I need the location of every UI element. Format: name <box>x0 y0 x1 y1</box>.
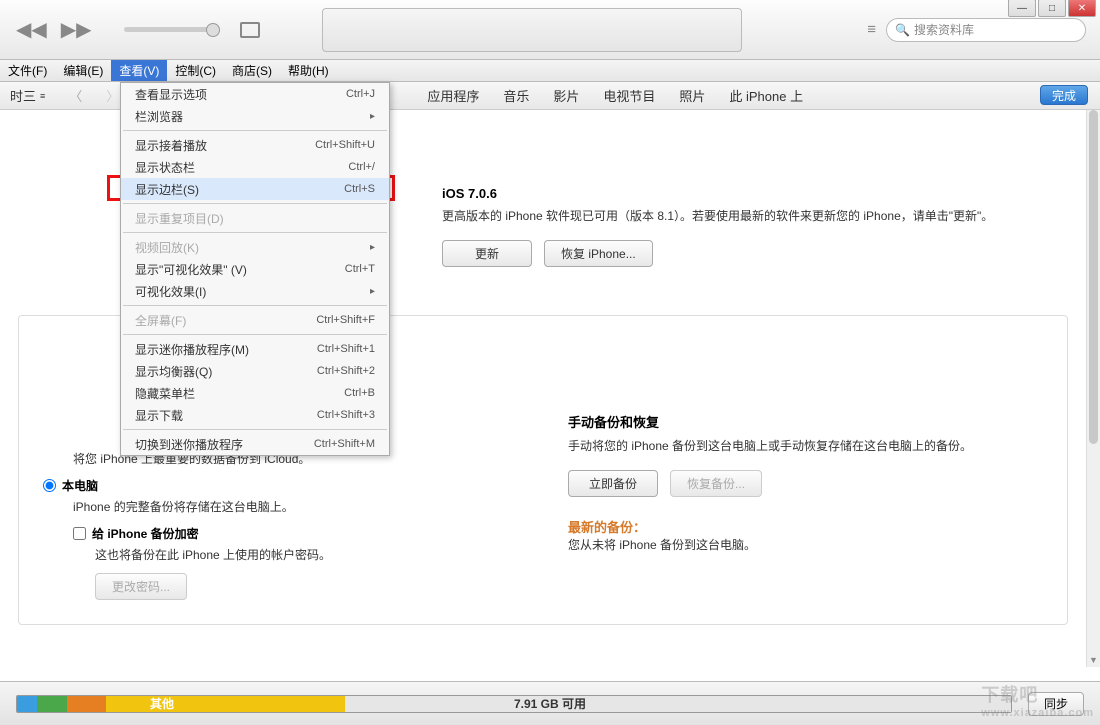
next-icon[interactable]: ▶▶ <box>61 17 92 42</box>
menu-help[interactable]: 帮助(H) <box>280 60 337 81</box>
menu-edit[interactable]: 编辑(E) <box>55 60 111 81</box>
prev-icon[interactable]: ◀◀ <box>16 17 47 42</box>
list-view-icon[interactable]: ≡ <box>867 21 876 38</box>
latest-backup-desc: 您从未将 iPhone 备份到这台电脑。 <box>568 536 1043 555</box>
menu-item[interactable]: 切换到迷你播放程序Ctrl+Shift+M <box>121 433 389 455</box>
storage-other-label: 其他 <box>150 695 174 712</box>
tab-photos[interactable]: 照片 <box>679 86 705 105</box>
menu-item[interactable]: 显示状态栏Ctrl+/ <box>121 156 389 178</box>
menu-item[interactable]: 隐藏菜单栏Ctrl+B <box>121 382 389 404</box>
menu-item[interactable]: 显示迷你播放程序(M)Ctrl+Shift+1 <box>121 338 389 360</box>
menu-item[interactable]: 查看显示选项Ctrl+J <box>121 83 389 105</box>
sync-button[interactable]: 同步 <box>1028 692 1084 716</box>
bottom-bar: 其他 7.91 GB 可用 同步 <box>0 681 1100 725</box>
tab-movies[interactable]: 影片 <box>553 86 579 105</box>
search-placeholder: 搜索资料库 <box>914 21 974 38</box>
tab-apps[interactable]: 应用程序 <box>427 86 479 105</box>
scroll-down-icon[interactable]: ▼ <box>1087 653 1100 667</box>
menubar: 文件(F) 编辑(E) 查看(V) 控制(C) 商店(S) 帮助(H) <box>0 60 1100 82</box>
local-backup-desc: iPhone 的完整备份将存储在这台电脑上。 <box>73 498 518 515</box>
backup-now-button[interactable]: 立即备份 <box>568 470 658 497</box>
scroll-thumb[interactable] <box>1089 110 1098 444</box>
menu-store[interactable]: 商店(S) <box>224 60 280 81</box>
encrypt-desc: 这也将备份在此 iPhone 上使用的帐户密码。 <box>95 546 518 563</box>
tab-tv[interactable]: 电视节目 <box>603 86 655 105</box>
scrollbar[interactable]: ▲ ▼ <box>1086 110 1100 667</box>
menu-item[interactable]: 显示边栏(S)Ctrl+S <box>121 178 389 200</box>
window-buttons: — □ ✕ <box>1006 0 1096 17</box>
encrypt-checkbox[interactable]: 给 iPhone 备份加密 <box>73 525 518 542</box>
ios-version-panel: iOS 7.0.6 更高版本的 iPhone 软件现已可用（版本 8.1）。若要… <box>418 110 1068 291</box>
menu-item: 显示重复项目(D) <box>121 207 389 229</box>
minimize-button[interactable]: — <box>1008 0 1036 17</box>
menu-item[interactable]: 显示接着播放Ctrl+Shift+U <box>121 134 389 156</box>
menu-item: 视频回放(K) <box>121 236 389 258</box>
now-playing-display <box>322 8 742 52</box>
device-label[interactable]: 时三 ≡ <box>10 86 45 105</box>
view-menu-dropdown: 查看显示选项Ctrl+J栏浏览器显示接着播放Ctrl+Shift+U显示状态栏C… <box>120 82 390 456</box>
airplay-icon[interactable] <box>240 22 260 38</box>
manual-backup-title: 手动备份和恢复 <box>568 412 1043 431</box>
update-button[interactable]: 更新 <box>442 240 532 267</box>
play-controls: ◀◀ ▶ ▶▶ <box>16 17 260 42</box>
latest-backup-title: 最新的备份： <box>568 517 1043 536</box>
done-button[interactable]: 完成 <box>1040 85 1088 105</box>
search-icon: 🔍 <box>895 23 910 37</box>
search-input[interactable]: 🔍 搜索资料库 <box>886 18 1086 42</box>
menu-item[interactable]: 显示"可视化效果" (V)Ctrl+T <box>121 258 389 280</box>
volume-slider[interactable] <box>124 27 214 32</box>
manual-backup-desc: 手动将您的 iPhone 备份到这台电脑上或手动恢复存储在这台电脑上的备份。 <box>568 437 1043 456</box>
menu-file[interactable]: 文件(F) <box>0 60 55 81</box>
close-button[interactable]: ✕ <box>1068 0 1096 17</box>
menu-control[interactable]: 控制(C) <box>167 60 224 81</box>
menu-item[interactable]: 可视化效果(I) <box>121 280 389 302</box>
ios-title: iOS 7.0.6 <box>442 186 1044 201</box>
tab-on-iphone[interactable]: 此 iPhone 上 <box>729 86 803 105</box>
maximize-button[interactable]: □ <box>1038 0 1066 17</box>
nav-back-icon[interactable]: 〈 <box>69 86 82 105</box>
restore-iphone-button[interactable]: 恢复 iPhone... <box>544 240 653 267</box>
storage-free-label: 7.91 GB 可用 <box>514 695 586 712</box>
toolbar: — □ ✕ ◀◀ ▶ ▶▶ ≡ 🔍 搜索资料库 <box>0 0 1100 60</box>
restore-backup-button: 恢复备份... <box>670 470 762 497</box>
change-password-button: 更改密码... <box>95 573 187 600</box>
local-backup-radio[interactable]: 本电脑 <box>43 477 518 494</box>
menu-item[interactable]: 显示均衡器(Q)Ctrl+Shift+2 <box>121 360 389 382</box>
menu-item[interactable]: 栏浏览器 <box>121 105 389 127</box>
ios-desc: 更高版本的 iPhone 软件现已可用（版本 8.1）。若要使用最新的软件来更新… <box>442 207 1044 226</box>
menu-item[interactable]: 显示下载Ctrl+Shift+3 <box>121 404 389 426</box>
dropdown-icon: ≡ <box>40 91 45 101</box>
tab-music[interactable]: 音乐 <box>503 86 529 105</box>
menu-item: 全屏幕(F)Ctrl+Shift+F <box>121 309 389 331</box>
nav-fwd-icon[interactable]: 〉 <box>106 86 119 105</box>
menu-view[interactable]: 查看(V) <box>111 60 167 81</box>
